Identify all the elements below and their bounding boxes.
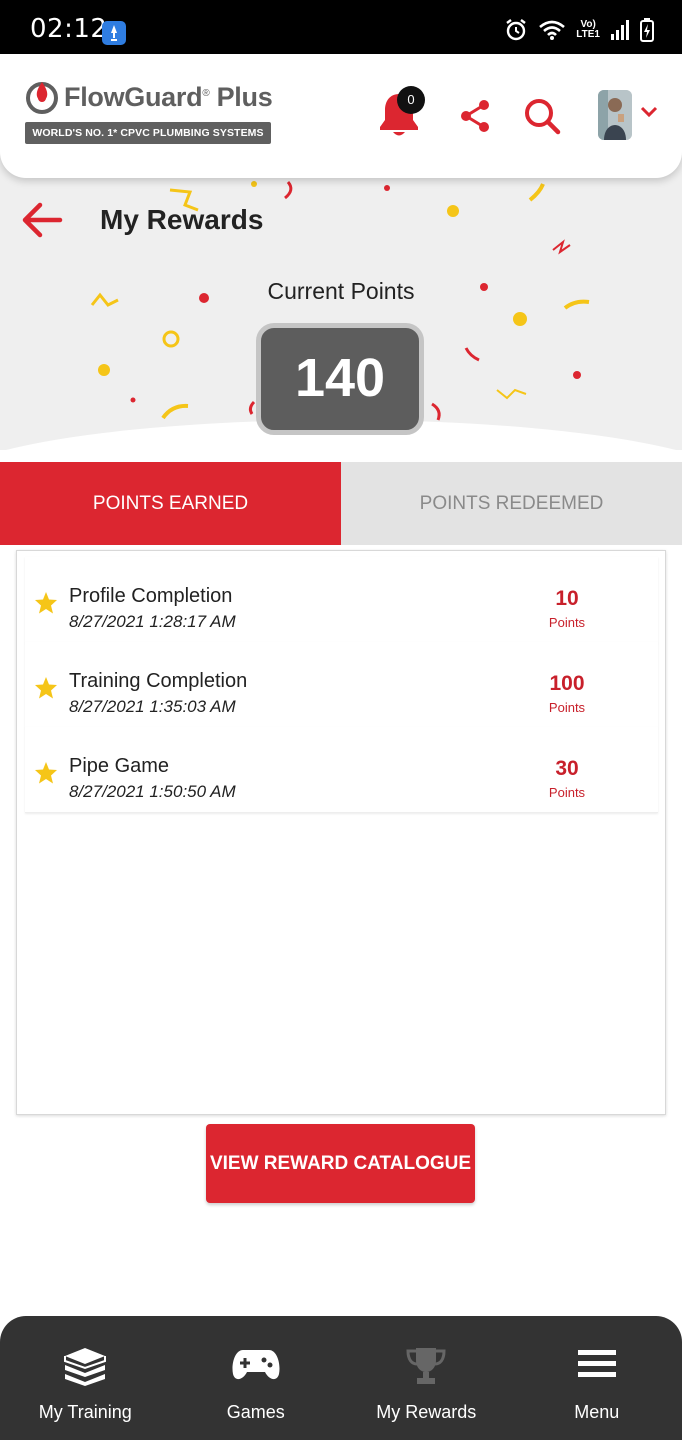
avatar[interactable] [598,90,632,140]
app-notification-icon [102,21,126,45]
menu-icon [577,1350,616,1377]
share-icon[interactable] [458,98,492,134]
reward-points: 100 [549,672,585,695]
trophy-icon [406,1348,446,1384]
points-tabs: POINTS EARNED POINTS REDEEMED [0,462,682,545]
brand-tagline: WORLD'S NO. 1* CPVC PLUMBING SYSTEMS [25,122,271,144]
reward-title: Training Completion [69,670,248,692]
back-arrow-icon[interactable] [20,200,64,240]
wifi-icon [539,20,566,40]
reward-points-unit: Points [548,785,586,800]
nav-label-my-training: My Training [38,1402,132,1422]
brand-name-main: FlowGuard [64,82,203,112]
view-reward-catalogue-button[interactable]: VIEW REWARD CATALOGUE [206,1124,475,1203]
nav-item-menu[interactable]: Menu [512,1316,682,1440]
nav-label-menu: Menu [574,1402,620,1422]
rewards-list: Profile Completion 8/27/2021 1:28:17 AM … [16,550,666,1115]
status-time: 02:12 [30,14,108,44]
list-item: Profile Completion 8/27/2021 1:28:17 AM … [25,557,658,643]
lte-bottom-text: LTE1 [576,29,600,40]
reward-points: 10 [555,587,579,610]
nav-label-my-rewards: My Rewards [376,1402,477,1422]
battery-icon [640,18,654,42]
alarm-icon [506,19,527,41]
status-icons: Vo) LTE1 [504,18,654,42]
tab-points-earned[interactable]: POINTS EARNED [0,462,341,545]
reward-date: 8/27/2021 1:35:03 AM [69,697,236,716]
points-hero: My Rewards Current Points 140 [0,150,682,450]
status-bar: 02:12 Vo) LTE1 [0,0,682,54]
nav-item-games[interactable]: Games [171,1316,342,1440]
nav-label-games: Games [226,1402,285,1422]
list-item: Training Completion 8/27/2021 1:35:03 AM… [25,642,658,728]
reward-date: 8/27/2021 1:50:50 AM [69,782,236,801]
current-points-label: Current Points [267,278,415,304]
bottom-nav: My Training Games My Rewards Menu [0,1316,682,1440]
page-title: My Rewards [100,204,264,235]
reward-title: Profile Completion [69,585,233,607]
lte-indicator: Vo) LTE1 [576,20,600,40]
nav-item-my-training[interactable]: My Training [0,1316,171,1440]
reward-title: Pipe Game [69,755,170,777]
brand-name: FlowGuard® Plus [64,82,273,113]
reward-points-unit: Points [548,615,586,630]
brand-name-suffix: Plus [209,82,273,112]
nav-item-my-rewards[interactable]: My Rewards [341,1316,512,1440]
flowguard-logo-icon [26,82,58,114]
app-header: FlowGuard® Plus WORLD'S NO. 1* CPVC PLUM… [0,54,682,178]
chevron-down-icon[interactable] [640,106,658,118]
star-icon [35,592,57,614]
books-icon [64,1348,107,1386]
reward-points-unit: Points [548,700,586,715]
signal-icon [611,20,629,40]
reward-points: 30 [555,757,579,780]
search-icon[interactable] [522,96,562,136]
notification-badge: 0 [397,86,425,114]
list-item: Pipe Game 8/27/2021 1:50:50 AM 30 Points [25,727,658,813]
current-points-value: 140 [256,323,424,435]
star-icon [35,762,57,784]
gamepad-icon [232,1350,280,1380]
star-icon [35,677,57,699]
reward-date: 8/27/2021 1:28:17 AM [69,612,236,631]
tab-points-redeemed[interactable]: POINTS REDEEMED [341,462,682,545]
